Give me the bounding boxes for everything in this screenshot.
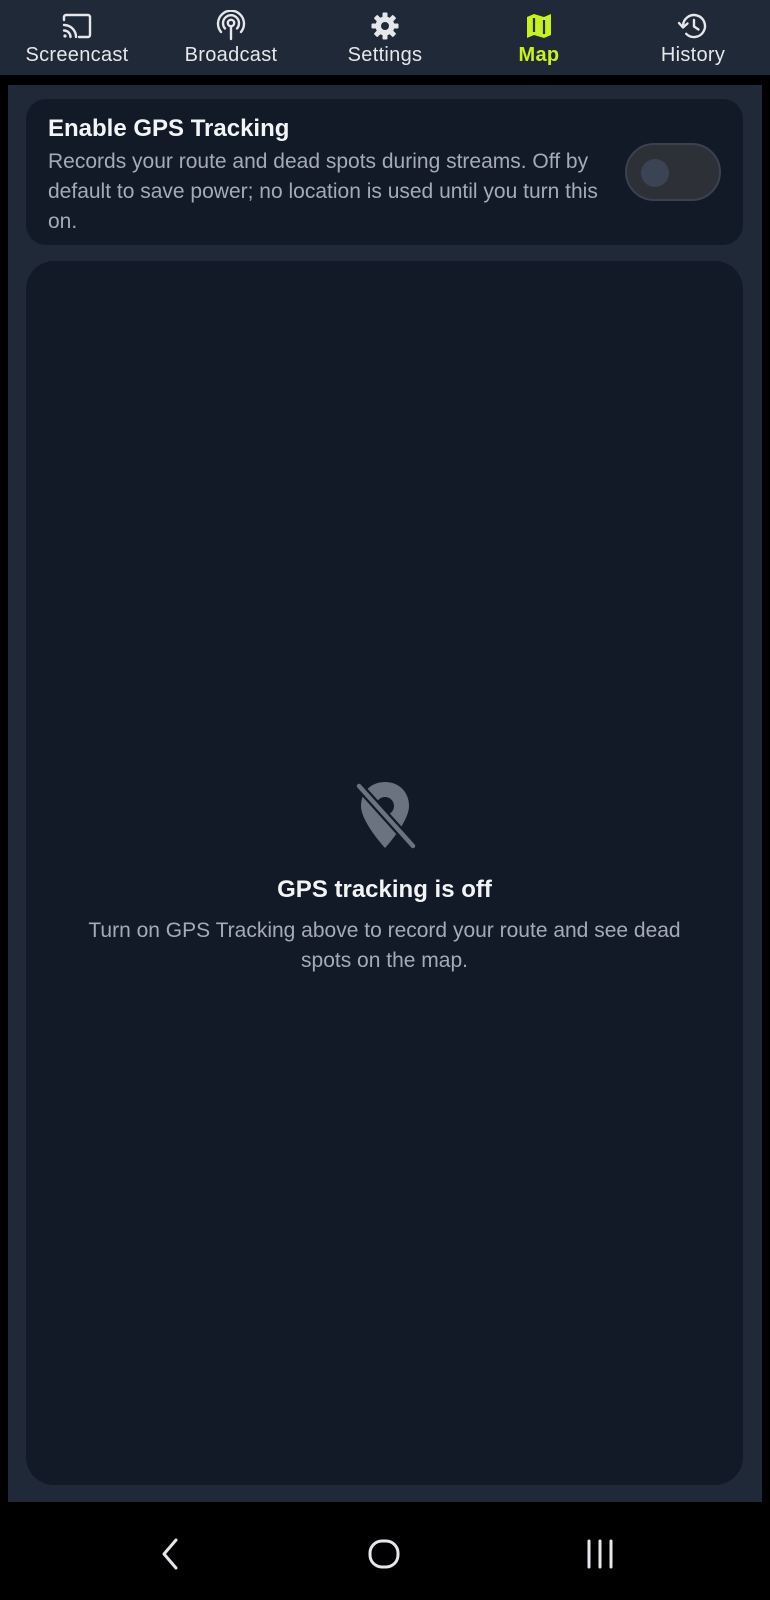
tab-label: History [660, 44, 726, 66]
back-icon [155, 1537, 185, 1576]
tab-broadcast[interactable]: Broadcast [154, 0, 308, 75]
cast-icon [61, 10, 93, 42]
tab-label: Broadcast [184, 44, 278, 66]
gps-tracking-card: Enable GPS Tracking Records your route a… [26, 99, 743, 245]
gps-off-title: GPS tracking is off [277, 876, 492, 903]
gps-off-message: Turn on GPS Tracking above to record you… [88, 919, 681, 972]
recents-button[interactable] [570, 1526, 630, 1586]
broadcast-icon [215, 10, 247, 42]
gps-tracking-description: Records your route and dead spots during… [48, 150, 598, 233]
map-icon [523, 10, 555, 42]
map-panel: GPS tracking is off Turn on GPS Tracking… [26, 261, 743, 1485]
map-page-content: Enable GPS Tracking Records your route a… [8, 85, 762, 1502]
tab-label: Map [518, 44, 560, 66]
home-button[interactable] [354, 1526, 414, 1586]
home-icon [367, 1537, 401, 1576]
back-button[interactable] [140, 1526, 200, 1586]
gps-tracking-toggle[interactable] [625, 143, 721, 201]
app-screen: Screencast Broadcast Settings Map Histor… [0, 0, 770, 1600]
tab-settings[interactable]: Settings [308, 0, 462, 75]
tab-history[interactable]: History [616, 0, 770, 75]
tab-map[interactable]: Map [462, 0, 616, 75]
tab-label: Screencast [25, 44, 129, 66]
recents-icon [583, 1537, 617, 1576]
tab-label: Settings [347, 44, 423, 66]
gps-tracking-title: Enable GPS Tracking [48, 115, 290, 142]
toggle-thumb [641, 159, 669, 187]
top-tab-bar: Screencast Broadcast Settings Map Histor… [0, 0, 770, 75]
tab-bar-divider [0, 75, 770, 85]
gps-off-empty-state: GPS tracking is off Turn on GPS Tracking… [26, 776, 743, 976]
tab-screencast[interactable]: Screencast [0, 0, 154, 75]
history-icon [677, 10, 709, 42]
location-off-icon [345, 776, 425, 856]
system-nav-bar [0, 1502, 770, 1600]
gear-icon [369, 10, 401, 42]
